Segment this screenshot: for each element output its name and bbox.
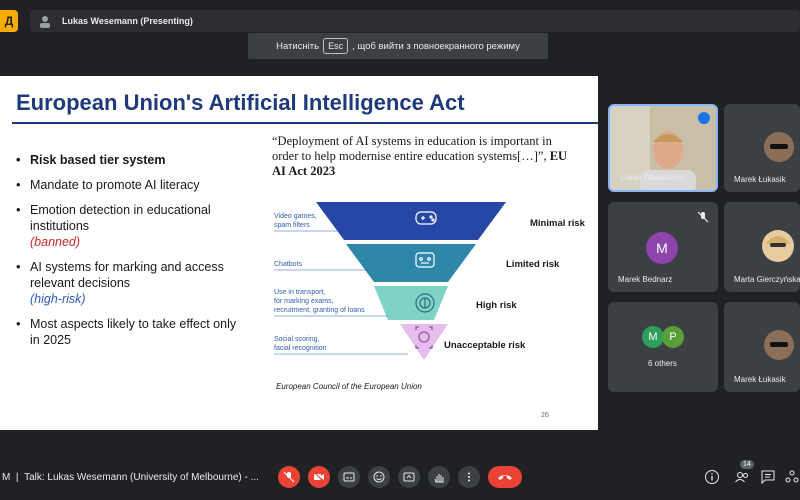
bullet-item: Most aspects likely to take effect only … xyxy=(14,316,239,348)
risk-label-unacceptable: Unacceptable risk xyxy=(444,340,526,351)
participant-avatar xyxy=(764,132,794,162)
captions-button[interactable] xyxy=(338,466,360,488)
others-count: 6 others xyxy=(648,359,677,368)
more-options-button[interactable] xyxy=(458,466,480,488)
mic-off-icon xyxy=(697,211,709,223)
participant-tile-others[interactable]: M P 6 others xyxy=(608,302,718,392)
leave-call-button[interactable] xyxy=(488,466,522,488)
participant-name: Lukas Wesemann xyxy=(620,173,684,182)
participant-avatar: M xyxy=(646,232,678,264)
tier-examples-minimal: spam filters xyxy=(274,222,310,229)
tier-limited xyxy=(346,244,476,282)
bullet-item: Mandate to promote AI literacy xyxy=(14,177,239,193)
bullet-note-high-risk: (high-risk) xyxy=(30,292,86,306)
tier-minimal xyxy=(316,202,506,240)
participant-tile-presenter[interactable]: Lukas Wesemann xyxy=(608,104,718,192)
emoji-icon xyxy=(373,471,385,483)
presentation-slide: European Union's Artificial Intelligence… xyxy=(0,76,598,430)
participant-count-badge: 14 xyxy=(740,460,754,469)
risk-label-limited: Limited risk xyxy=(506,259,560,270)
tier-high xyxy=(374,286,448,320)
risk-label-high: High risk xyxy=(476,300,517,311)
tier-examples-high: for marking exams, xyxy=(274,298,334,305)
slide-page-number: 26 xyxy=(541,412,549,419)
bottom-bar: M | Talk: Lukas Wesemann (University of … xyxy=(0,460,800,500)
app-logo: Д xyxy=(0,10,18,32)
participant-name: Marek Łukasik xyxy=(734,375,786,384)
present-button[interactable] xyxy=(398,466,420,488)
chat-icon[interactable] xyxy=(760,469,776,485)
tier-examples-high: Use in transport, xyxy=(274,289,325,296)
participant-tile[interactable]: M Marek Bednarz xyxy=(608,202,718,292)
camera-off-icon xyxy=(313,471,325,483)
bullet-item: AI systems for marking and access releva… xyxy=(14,259,239,307)
tier-examples-minimal: Video games, xyxy=(274,213,317,220)
people-icon[interactable] xyxy=(734,469,750,485)
hang-up-icon xyxy=(498,475,512,480)
act-quote: “Deployment of AI systems in education i… xyxy=(272,134,572,179)
raise-hand-button[interactable] xyxy=(428,466,450,488)
mic-toggle-button[interactable] xyxy=(278,466,300,488)
slide-title: European Union's Artificial Intelligence… xyxy=(16,90,465,115)
fullscreen-exit-hint: Натисніть Esc , щоб вийти з повноекранно… xyxy=(248,33,548,59)
bullet-item: Risk based tier system xyxy=(14,152,239,168)
mic-off-icon xyxy=(283,471,295,483)
esc-key: Esc xyxy=(323,38,349,54)
present-screen-icon xyxy=(403,472,415,482)
risk-pyramid: Video games, spam filters Chatbots Use i… xyxy=(274,202,586,360)
captions-icon xyxy=(343,472,355,482)
speaking-indicator-icon xyxy=(698,112,710,124)
presenter-label: Lukas Wesemann (Presenting) xyxy=(62,16,193,26)
risk-label-minimal: Minimal risk xyxy=(530,218,586,229)
hand-icon xyxy=(434,474,444,483)
bullet-note-banned: (banned) xyxy=(30,235,81,249)
participant-avatar: M xyxy=(642,326,664,348)
presenter-avatar-icon xyxy=(40,16,50,28)
tier-examples-high: recruitment, granting of loans xyxy=(274,307,365,314)
tier-examples-limited: Chatbots xyxy=(274,261,303,268)
participant-avatar: P xyxy=(662,326,684,348)
meet-window: Д Lukas Wesemann (Presenting) European U… xyxy=(0,0,800,500)
title-divider xyxy=(12,122,598,124)
camera-toggle-button[interactable] xyxy=(308,466,330,488)
presenter-banner[interactable]: Lukas Wesemann (Presenting) xyxy=(30,10,800,32)
activities-icon[interactable] xyxy=(784,469,800,485)
bullet-list: Risk based tier system Mandate to promot… xyxy=(14,152,239,357)
participant-name: Marek Łukasik xyxy=(734,175,786,184)
reactions-button[interactable] xyxy=(368,466,390,488)
quote-text: “Deployment of AI systems in education i… xyxy=(272,134,552,163)
participant-name: Marta Gierczyńska xyxy=(734,275,800,284)
bullet-item: Emotion detection in educational institu… xyxy=(14,202,239,250)
participant-tile[interactable]: Marta Gierczyńska xyxy=(724,202,800,292)
tier-examples-unacceptable: Social scoring, xyxy=(274,336,320,343)
participant-avatar xyxy=(762,230,794,262)
meeting-info-icon[interactable] xyxy=(704,469,720,485)
participant-tile[interactable]: Marek Łukasik xyxy=(724,302,800,392)
more-vert-icon xyxy=(468,472,470,482)
meeting-title: M | Talk: Lukas Wesemann (University of … xyxy=(2,472,259,483)
participant-name: Marek Bednarz xyxy=(618,275,673,284)
tier-examples-unacceptable: facial recognition xyxy=(274,345,327,352)
participant-avatar xyxy=(764,330,794,360)
slide-credit: European Council of the European Union xyxy=(276,382,422,391)
participant-tile[interactable]: Marek Łukasik xyxy=(724,104,800,192)
